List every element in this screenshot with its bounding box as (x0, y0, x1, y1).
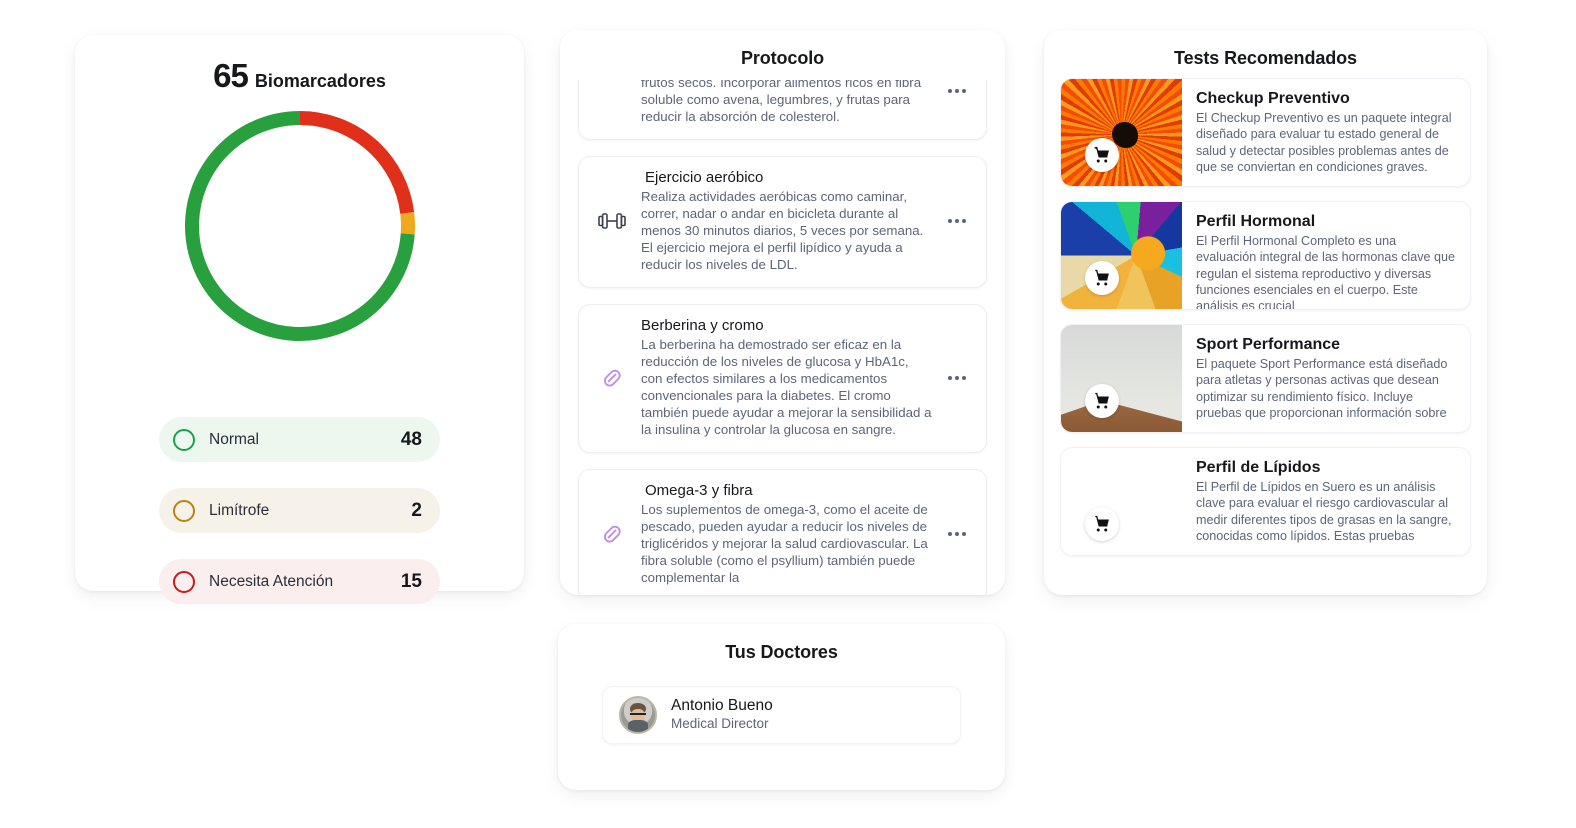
test-name: Perfil Hormonal (1196, 213, 1316, 230)
dashboard-root: 65 Biomarcadores Normal 48 Limítrofe 2 N… (0, 0, 1576, 828)
test-card[interactable]: Checkup Preventivo El Checkup Preventivo… (1060, 78, 1471, 187)
more-dot (948, 89, 952, 94)
protocol-item[interactable]: Berberina y cromo La berberina ha demost… (578, 304, 987, 454)
more-dot (955, 219, 959, 224)
doctors-panel: Tus Doctores Antonio Bueno Medical Direc… (558, 624, 1005, 790)
biomarkers-label: Biomarcadores (254, 71, 386, 91)
pill-icon (593, 365, 631, 391)
more-dot (955, 375, 959, 380)
cart-icon[interactable] (1085, 138, 1119, 172)
legend-item-necesita-atencion[interactable]: Necesita Atención 15 (159, 559, 440, 604)
legend-label-necesita-atencion: Necesita Atención (209, 572, 334, 590)
protocol-item-name: Berberina y cromo (641, 317, 764, 335)
donut-segment (399, 212, 415, 235)
more-dot (962, 219, 966, 224)
doctor-info: Antonio Bueno Medical Director (671, 697, 773, 734)
status-ring-necesita-atencion (173, 570, 195, 593)
legend-label-limitrofe: Limítrofe (209, 501, 270, 519)
test-card[interactable]: Perfil Hormonal El Perfil Hormonal Compl… (1060, 201, 1471, 310)
test-name: Checkup Preventivo (1196, 90, 1350, 107)
legend-value-limitrofe: 2 (411, 499, 422, 521)
protocol-item-more-button[interactable] (942, 375, 972, 380)
protocol-item-body: Omega-3 y fibra Los suplementos de omega… (641, 482, 932, 586)
protocol-item-description: Los suplementos de omega-3, como el acei… (641, 502, 928, 586)
cart-icon[interactable] (1085, 384, 1119, 418)
test-name: Perfil de Lípidos (1196, 459, 1321, 476)
tests-panel: Tests Recomendados Checkup Preventivo El… (1044, 30, 1487, 595)
test-thumbnail-sand-dune (1061, 325, 1182, 432)
legend-value-normal: 48 (400, 428, 422, 450)
tests-list[interactable]: Checkup Preventivo El Checkup Preventivo… (1044, 78, 1487, 595)
biomarkers-legend: Normal 48 Limítrofe 2 Necesita Atención … (159, 417, 440, 630)
biomarkers-panel: 65 Biomarcadores Normal 48 Limítrofe 2 N… (75, 35, 524, 604)
pill-icon (593, 521, 631, 547)
doctors-title: Tus Doctores (725, 642, 838, 662)
protocol-item-name: Ejercicio aeróbico (645, 169, 764, 187)
protocol-item-body: Ejercicio aeróbico Realiza actividades a… (641, 169, 932, 273)
test-description: El Perfil Hormonal Completo es una evalu… (1196, 234, 1456, 310)
biomarkers-header: 65 Biomarcadores (75, 57, 524, 95)
test-body: Perfil Hormonal El Perfil Hormonal Compl… (1182, 202, 1470, 309)
test-name: Sport Performance (1196, 336, 1341, 353)
biomarkers-count: 65 (213, 57, 249, 94)
more-dot (955, 89, 959, 94)
donut-segment (299, 111, 414, 214)
more-dot (962, 89, 966, 94)
doctor-role: Medical Director (671, 716, 769, 732)
test-card[interactable]: Perfil de Lípidos El Perfil de Lípidos e… (1060, 447, 1471, 556)
protocol-panel: Protocolo presentes en el aguacate, el a… (560, 30, 1005, 595)
protocol-list[interactable]: presentes en el aguacate, el aceite de o… (560, 80, 1005, 595)
test-description: El Checkup Preventivo es un paquete inte… (1196, 111, 1452, 175)
more-dot (948, 375, 952, 380)
legend-item-normal[interactable]: Normal 48 (159, 417, 440, 462)
cart-icon[interactable] (1085, 261, 1119, 295)
biomarkers-donut-chart (184, 111, 415, 341)
more-dot (948, 219, 952, 224)
legend-item-limitrofe[interactable]: Limítrofe 2 (159, 488, 440, 533)
dumbbell-icon (593, 211, 631, 231)
protocol-item-more-button[interactable] (942, 89, 972, 94)
legend-label-normal: Normal (209, 430, 259, 448)
more-dot (948, 532, 952, 537)
protocol-item[interactable]: Omega-3 y fibra Los suplementos de omega… (578, 469, 987, 595)
protocol-item-name: Omega-3 y fibra (645, 482, 753, 500)
test-body: Checkup Preventivo El Checkup Preventivo… (1182, 79, 1470, 186)
protocol-item-body: presentes en el aguacate, el aceite de o… (641, 80, 932, 125)
more-dot (962, 532, 966, 537)
more-dot (955, 532, 959, 537)
protocol-item-description: La berberina ha demostrado ser eficaz en… (641, 337, 932, 438)
test-card[interactable]: Sport Performance El paquete Sport Perfo… (1060, 324, 1471, 433)
protocol-item-description: presentes en el aguacate, el aceite de o… (641, 80, 922, 125)
protocol-item[interactable]: presentes en el aguacate, el aceite de o… (578, 80, 987, 141)
cart-icon[interactable] (1085, 507, 1119, 541)
test-thumbnail-orange-flower (1061, 79, 1182, 186)
test-body: Sport Performance El paquete Sport Perfo… (1182, 325, 1470, 432)
protocol-item-body: Berberina y cromo La berberina ha demost… (641, 317, 932, 438)
test-thumbnail-blank (1061, 448, 1182, 555)
test-description: El Perfil de Lípidos en Suero es un anál… (1196, 480, 1452, 544)
more-dot (962, 375, 966, 380)
status-ring-normal (173, 428, 195, 451)
protocol-title: Protocolo (740, 48, 825, 68)
test-body: Perfil de Lípidos El Perfil de Lípidos e… (1182, 448, 1470, 555)
tests-title: Tests Recomendados (1174, 48, 1357, 68)
test-thumbnail-colorful-wave (1061, 202, 1182, 309)
status-ring-limitrofe (173, 499, 195, 522)
avatar (619, 696, 657, 734)
legend-value-necesita-atencion: 15 (400, 570, 422, 592)
biomarkers-donut-wrap (75, 101, 524, 369)
protocol-item-description: Realiza actividades aeróbicas como camin… (641, 189, 924, 273)
protocol-item-more-button[interactable] (942, 532, 972, 537)
doctor-list-item[interactable]: Antonio Bueno Medical Director (602, 686, 961, 744)
test-description: El paquete Sport Performance está diseña… (1196, 357, 1448, 421)
protocol-item-more-button[interactable] (942, 219, 972, 224)
doctor-name: Antonio Bueno (671, 696, 773, 714)
protocol-item[interactable]: Ejercicio aeróbico Realiza actividades a… (578, 156, 987, 289)
